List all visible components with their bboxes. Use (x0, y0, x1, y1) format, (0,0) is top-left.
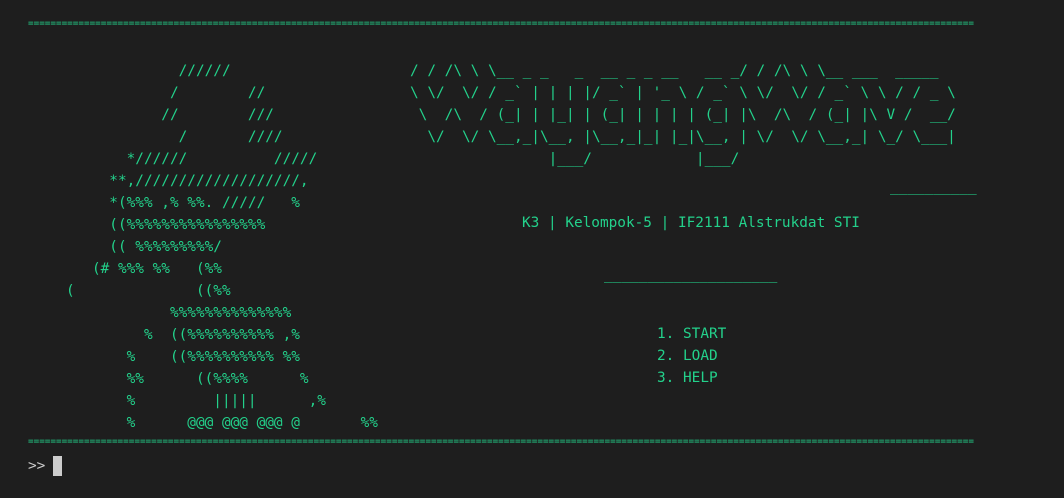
header-rule: ========================================… (28, 18, 974, 29)
menu-item-load[interactable]: 2. LOAD (657, 345, 726, 367)
menu-item-help[interactable]: 3. HELP (657, 367, 726, 389)
ascii-logo-art: ////// / // // /// / //// *////// ///// … (65, 63, 378, 431)
text-cursor[interactable] (53, 456, 63, 476)
prompt-symbol: >> (28, 458, 46, 474)
footer-rule: ========================================… (28, 436, 974, 447)
title-underline: __________ (890, 179, 977, 195)
subtitle-divider: ____________________ (604, 267, 778, 283)
subtitle: K3 | Kelompok-5 | IF2111 Alstrukdat STI (522, 215, 860, 231)
ascii-title-art: / / /\ \ \__ _ _ _ __ _ _ __ __ _/ / /\ … (410, 63, 956, 167)
menu-item-start[interactable]: 1. START (657, 323, 726, 345)
main-menu: 1. START 2. LOAD 3. HELP (657, 323, 726, 389)
command-prompt[interactable]: >> (28, 455, 63, 477)
terminal-window: ========================================… (0, 0, 1064, 498)
